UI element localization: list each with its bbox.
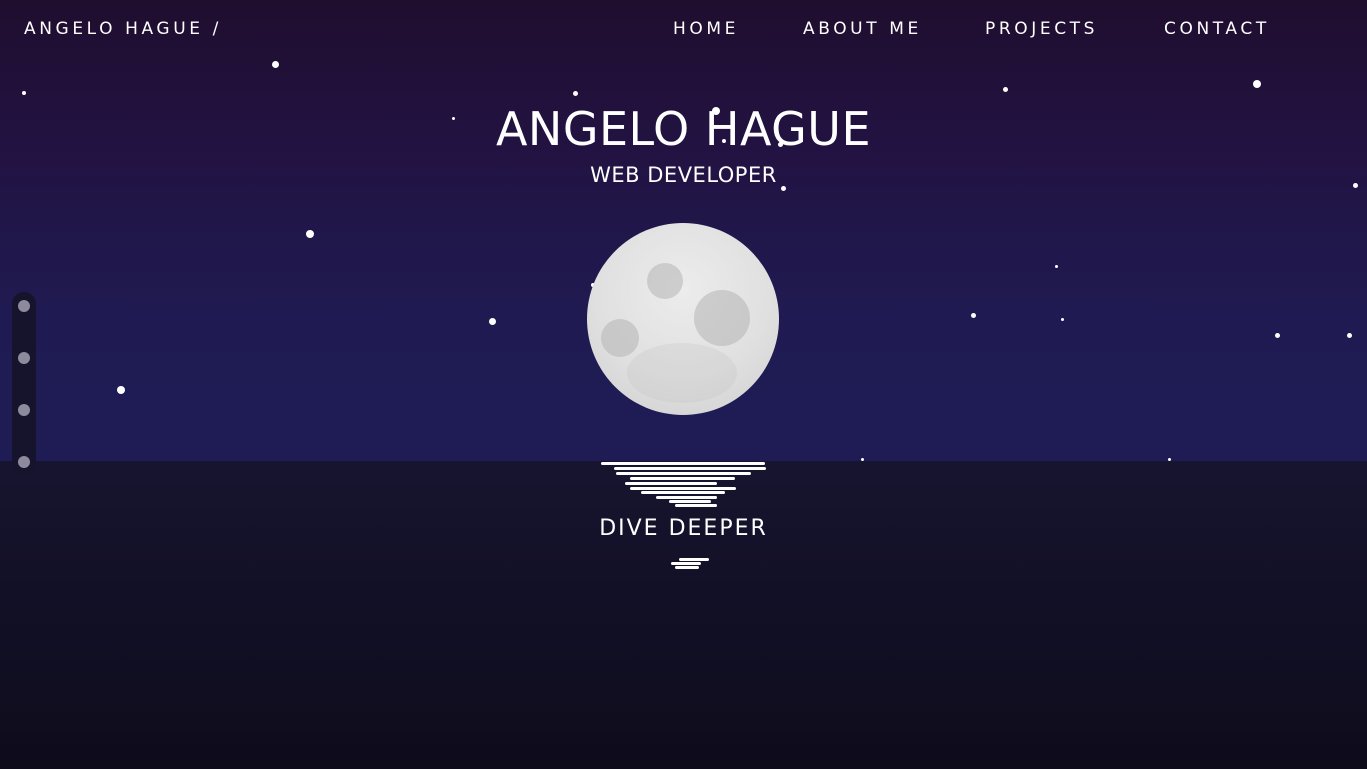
reflection-line [630, 477, 735, 480]
reflection-line [675, 504, 717, 507]
section-dot[interactable] [18, 404, 30, 416]
star-icon [1347, 333, 1352, 338]
star-icon [1003, 87, 1008, 92]
section-dot[interactable] [18, 352, 30, 364]
star-icon [1055, 265, 1058, 268]
section-dot[interactable] [18, 300, 30, 312]
reflection-line [669, 500, 711, 503]
top-navigation-bar: ANGELO HAGUE / HOME ABOUT ME PROJECTS CO… [0, 0, 1367, 60]
section-dot[interactable] [18, 456, 30, 468]
moon-crater [694, 290, 750, 346]
moon-crater [627, 343, 737, 403]
section-pagination [12, 292, 36, 476]
star-icon [272, 61, 279, 68]
moon-icon [587, 223, 779, 415]
star-icon [489, 318, 496, 325]
nav-link-projects[interactable]: PROJECTS [985, 19, 1098, 39]
brand-logo-text[interactable]: ANGELO HAGUE / [24, 19, 222, 39]
moon-crater [647, 263, 683, 299]
nav-link-home[interactable]: HOME [673, 19, 739, 39]
star-icon [1275, 333, 1280, 338]
reflection-line [616, 472, 751, 475]
star-icon [1253, 80, 1261, 88]
ripple-line [675, 566, 699, 569]
star-icon [22, 91, 26, 95]
hero-title: ANGELO HAGUE [495, 102, 872, 156]
nav-link-contact[interactable]: CONTACT [1164, 19, 1270, 39]
reflection-line [630, 487, 736, 490]
star-icon [573, 91, 578, 96]
hero-subtitle: WEB DEVELOPER [590, 163, 777, 187]
dive-deeper-button[interactable]: DIVE DEEPER [0, 516, 1367, 541]
nav-link-about-me[interactable]: ABOUT ME [803, 19, 922, 39]
star-icon [306, 230, 314, 238]
reflection-line [614, 467, 766, 470]
sea-background [0, 461, 1367, 769]
reflection-line [656, 496, 717, 499]
reflection-line [625, 482, 717, 485]
star-icon [1061, 318, 1064, 321]
star-icon [117, 386, 125, 394]
ripple-line [671, 562, 701, 565]
reflection-line [641, 491, 725, 494]
moon-crater [601, 319, 639, 357]
ripple-line [679, 558, 709, 561]
reflection-line [601, 462, 765, 465]
star-icon [971, 313, 976, 318]
